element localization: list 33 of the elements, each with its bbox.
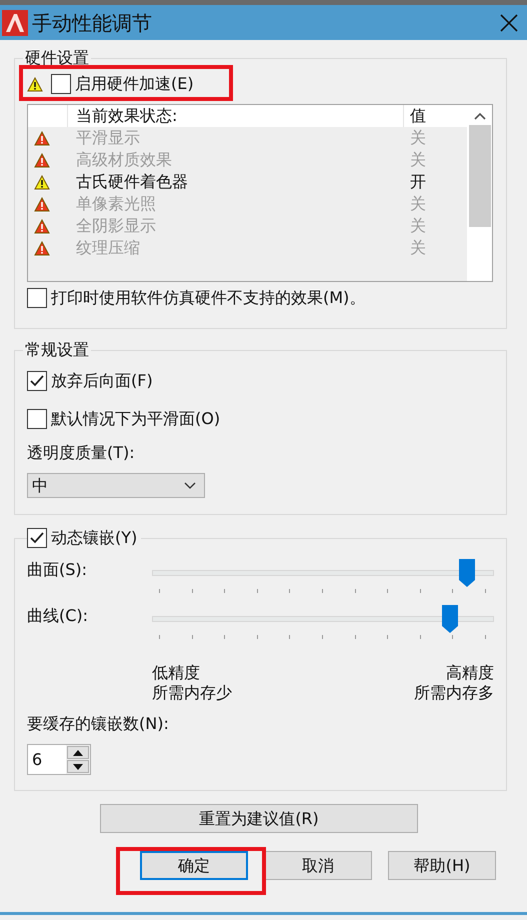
scale-label: 高精度 (446, 663, 494, 683)
field-label: 透明度质量(T): (26, 442, 135, 464)
effect-name: 古氏硬件着色器 (75, 171, 189, 193)
effect-value: 关 (409, 193, 427, 215)
dialog-button[interactable]: 取消 (264, 851, 372, 880)
effect-value: 关 (409, 127, 427, 149)
window-title: 手动性能调节 (32, 10, 153, 36)
group-label: 常规设置 (23, 340, 91, 360)
effect-name: 全阴影显示 (75, 215, 157, 237)
effect-name: 纹理压缩 (75, 237, 141, 259)
effect-value: 关 (409, 149, 427, 171)
dialog-button[interactable]: 帮助(H) (388, 851, 496, 880)
field-label: 要缓存的镶嵌数(N): (27, 713, 169, 735)
scale-label: 低精度 (152, 663, 201, 683)
scale-label: 所需内存多 (414, 683, 494, 703)
checkbox-label[interactable]: 打印时使用软件仿真硬件不支持的效果(M)。 (51, 287, 366, 309)
reset-button[interactable]: 重置为建议值(R) (100, 804, 418, 833)
effect-name: 单像素光照 (75, 193, 157, 215)
dialog-button[interactable]: 确定 (140, 851, 248, 880)
count-spinner[interactable]: 6 (27, 744, 91, 775)
effect-value: 关 (409, 237, 427, 259)
scale-label: 所需内存少 (152, 683, 232, 703)
slider-label: 曲面(S): (27, 559, 88, 581)
checkbox-label[interactable]: 启用硬件加速(E) (75, 73, 194, 95)
quality-dropdown[interactable]: 中 (27, 473, 205, 498)
checkbox-label[interactable]: 默认情况下为平滑面(O) (51, 408, 220, 430)
column-header: 当前效果状态: (75, 105, 178, 127)
effect-name: 平滑显示 (75, 127, 141, 149)
effect-value: 开 (409, 171, 427, 193)
effect-name: 高级材质效果 (75, 149, 173, 171)
slider-label: 曲线(C): (27, 605, 90, 627)
effect-value: 关 (409, 215, 427, 237)
checkbox-label[interactable]: 放弃后向面(F) (51, 370, 153, 392)
